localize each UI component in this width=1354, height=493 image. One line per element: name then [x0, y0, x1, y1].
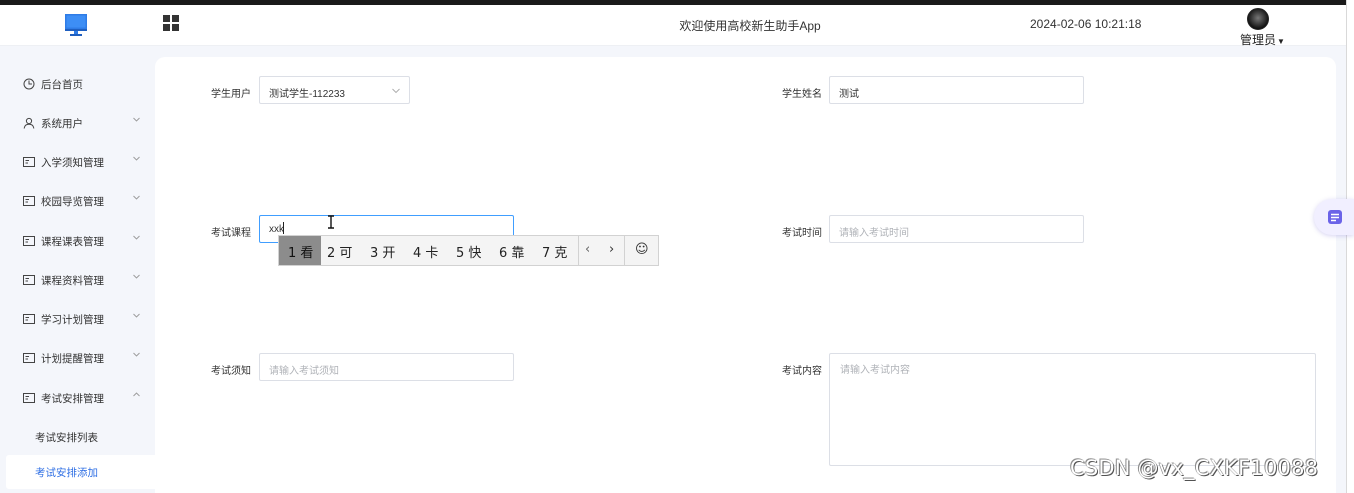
sidebar-item-study-plan[interactable]: 学习计划管理	[0, 300, 155, 339]
ime-candidate[interactable]: 2 可	[327, 236, 367, 265]
card-icon	[23, 157, 35, 167]
card-icon	[23, 353, 35, 363]
chevron-down-icon	[133, 235, 140, 240]
card-icon	[23, 393, 35, 403]
sidebar-item-plan-reminder[interactable]: 计划提醒管理	[0, 339, 155, 378]
avatar[interactable]	[1247, 8, 1269, 30]
sidebar-item-campus-tour[interactable]: 校园导览管理	[0, 182, 155, 221]
ibeam-cursor-icon	[328, 215, 334, 229]
ime-candidate-bar: 1 看 2 可 3 开 4 卡 5 快 6 靠 7 克 ‹ › ☺	[278, 235, 659, 266]
sidebar-subitem-exam-list[interactable]: 考试安排列表	[6, 420, 155, 454]
card-icon	[23, 236, 35, 246]
ime-prev-button[interactable]: ‹	[585, 236, 599, 265]
chevron-up-icon	[133, 392, 140, 397]
ime-next-button[interactable]: ›	[609, 236, 623, 265]
chevron-down-icon	[133, 313, 140, 318]
ime-candidate[interactable]: 3 开	[370, 236, 410, 265]
emoji-icon[interactable]: ☺	[635, 236, 651, 265]
student-user-value: 测试学生-112233	[269, 89, 345, 100]
sidebar-item-label: 课程资料管理	[41, 275, 104, 287]
sidebar-item-label: 入学须知管理	[41, 157, 104, 169]
exam-time-label: 考试时间	[782, 228, 822, 239]
student-name-label: 学生姓名	[782, 89, 822, 100]
student-name-value: 测试	[839, 89, 859, 100]
user-menu[interactable]: 管理员▼	[1240, 31, 1285, 48]
exam-course-value: xxk	[269, 224, 284, 235]
sidebar-item-course-schedule[interactable]: 课程课表管理	[0, 222, 155, 261]
sidebar-item-label: 系统用户	[41, 118, 83, 130]
sidebar-item-course-materials[interactable]: 课程资料管理	[0, 261, 155, 300]
sidebar-item-label: 校园导览管理	[41, 196, 104, 208]
exam-notice-input[interactable]: 请输入考试须知	[259, 353, 514, 381]
sidebar-item-label: 后台首页	[41, 79, 83, 91]
current-datetime: 2024-02-06 10:21:18	[1030, 17, 1142, 31]
card-icon	[23, 275, 35, 285]
sidebar: 后台首页 系统用户 入学须知管理 校园导览管理 课程课表管理 课程资料管理 学习…	[0, 47, 155, 493]
ime-candidate[interactable]: 1 看	[279, 236, 321, 265]
clock-icon	[23, 78, 35, 90]
exam-course-label: 考试课程	[211, 228, 251, 239]
ime-candidate[interactable]: 6 靠	[499, 236, 539, 265]
card-icon	[23, 196, 35, 206]
sidebar-item-system-users[interactable]: 系统用户	[0, 104, 155, 143]
ime-separator	[578, 236, 579, 265]
chevron-down-icon	[133, 117, 140, 122]
top-header: 欢迎使用高校新生助手App 2024-02-06 10:21:18 管理员▼	[0, 5, 1346, 48]
ime-separator	[624, 236, 625, 265]
student-name-input[interactable]: 测试	[829, 76, 1084, 104]
exam-time-placeholder: 请输入考试时间	[839, 228, 909, 239]
sidebar-item-label: 考试安排管理	[41, 393, 104, 405]
chevron-down-icon	[133, 195, 140, 200]
ime-candidate[interactable]: 5 快	[456, 236, 496, 265]
text-cursor	[283, 222, 284, 234]
chevron-down-icon	[392, 88, 400, 94]
sidebar-subitem-exam-add[interactable]: 考试安排添加	[6, 455, 155, 489]
window-right-edge	[1346, 0, 1354, 493]
exam-notice-label: 考试须知	[211, 366, 251, 377]
card-icon	[23, 314, 35, 324]
exam-content-placeholder: 请输入考试内容	[840, 365, 910, 376]
exam-notice-placeholder: 请输入考试须知	[269, 366, 339, 377]
sidebar-item-exam-arrangement[interactable]: 考试安排管理	[0, 379, 155, 418]
ime-candidate[interactable]: 4 卡	[413, 236, 453, 265]
sidebar-item-admission-notice[interactable]: 入学须知管理	[0, 143, 155, 182]
sidebar-item-label: 学习计划管理	[41, 314, 104, 326]
grid-icon[interactable]	[163, 15, 180, 32]
sidebar-item-dashboard[interactable]: 后台首页	[0, 65, 155, 104]
note-icon	[1328, 210, 1342, 224]
chevron-down-icon: ▼	[1277, 37, 1285, 46]
exam-content-label: 考试内容	[782, 366, 822, 377]
app-title: 欢迎使用高校新生助手App	[679, 19, 821, 33]
chevron-down-icon	[133, 156, 140, 161]
floating-assistant-button[interactable]	[1314, 199, 1354, 235]
chevron-down-icon	[133, 352, 140, 357]
user-label: 管理员	[1240, 33, 1277, 47]
ime-candidate[interactable]: 7 克	[542, 236, 582, 265]
student-user-select[interactable]: 测试学生-112233	[259, 76, 410, 104]
student-user-label: 学生用户	[211, 89, 251, 100]
chevron-down-icon	[133, 274, 140, 279]
sidebar-subitem-label: 考试安排列表	[35, 432, 98, 444]
sidebar-subitem-label: 考试安排添加	[35, 467, 98, 479]
watermark: CSDN @vx_CXKF10088	[1070, 456, 1319, 480]
monitor-icon[interactable]	[64, 13, 88, 37]
sidebar-item-label: 计划提醒管理	[41, 353, 104, 365]
exam-time-input[interactable]: 请输入考试时间	[829, 215, 1084, 243]
user-icon	[23, 117, 35, 129]
exam-content-textarea[interactable]: 请输入考试内容	[829, 353, 1316, 466]
sidebar-item-label: 课程课表管理	[41, 236, 104, 248]
